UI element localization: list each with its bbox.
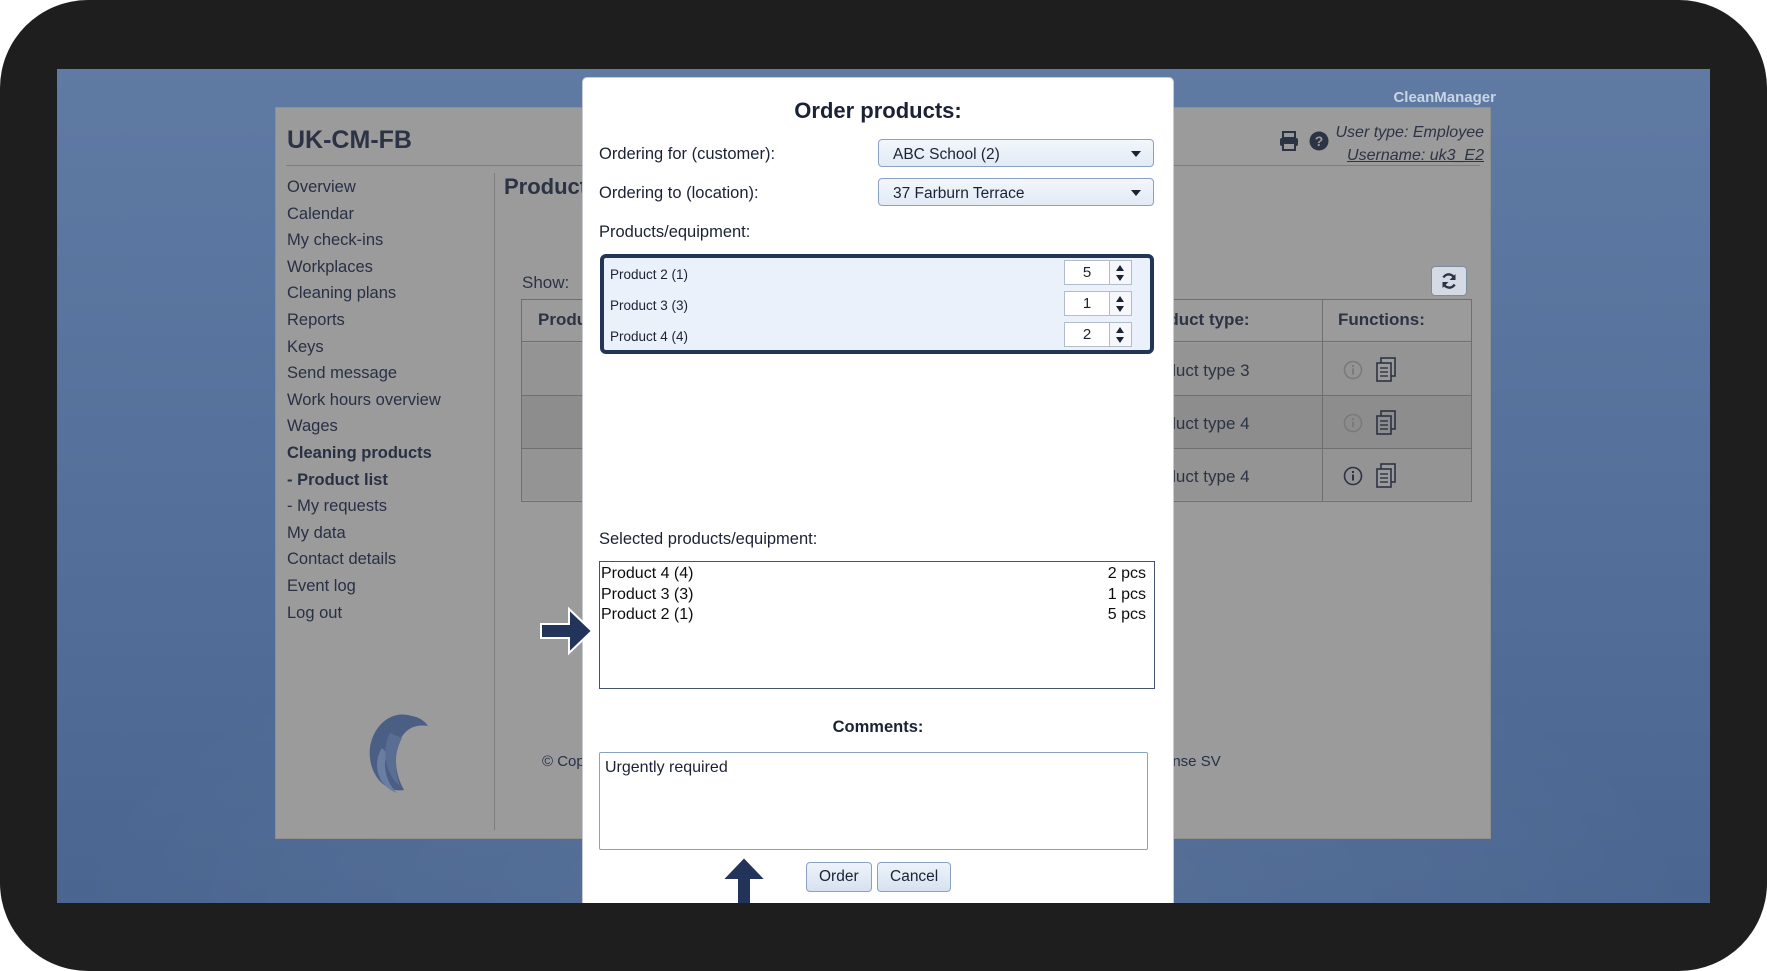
document-icon[interactable]	[1375, 357, 1397, 383]
cancel-button[interactable]: Cancel	[877, 862, 952, 892]
selected-product-qty: 5 pcs	[1107, 606, 1146, 623]
right-arrow-icon	[540, 606, 594, 656]
product-name: Product 4 (4)	[610, 329, 689, 344]
row-functions	[1343, 410, 1397, 436]
sidebar-item[interactable]: Contact details	[287, 546, 441, 573]
row-functions	[1343, 463, 1397, 489]
sidebar-item[interactable]: Work hours overview	[287, 387, 441, 414]
comments-label: Comments:	[832, 718, 924, 736]
sidebar-item[interactable]: - Product list	[287, 467, 441, 494]
selected-products-list[interactable]: Product 4 (4) 2 pcs Product 3 (3) 1 pcs Pr…	[599, 561, 1155, 689]
screen: CleanManager UK-CM-FB ? User type: Emplo…	[57, 69, 1710, 903]
location-select[interactable]: 37 Farburn Terrace	[878, 178, 1154, 206]
sidebar-item[interactable]: Reports	[287, 307, 441, 334]
sidebar-item[interactable]: Send message	[287, 360, 441, 387]
list-item[interactable]: Product 3 (3) 1 pcs	[601, 585, 1146, 606]
table-col-divider	[1322, 299, 1323, 502]
list-item[interactable]: Product 4 (4) 2 pcs	[601, 564, 1146, 585]
sidebar-item[interactable]: Overview	[287, 174, 441, 201]
app-title: UK-CM-FB	[287, 126, 412, 154]
document-icon[interactable]	[1375, 410, 1397, 436]
svg-text:?: ?	[1315, 133, 1324, 149]
dropdown-caret-icon	[1131, 151, 1141, 157]
sidebar-item[interactable]: Wages	[287, 413, 441, 440]
sidebar-item[interactable]: My data	[287, 520, 441, 547]
product-name: Product 2 (1)	[610, 267, 689, 282]
column-header-product[interactable]: Produ	[538, 310, 587, 330]
sidebar-item[interactable]: Log out	[287, 600, 441, 627]
quantity-input[interactable]: 1	[1064, 291, 1110, 316]
order-button[interactable]: Order	[806, 862, 872, 892]
quantity-stepper[interactable]	[1110, 260, 1132, 285]
row-functions	[1343, 357, 1397, 383]
footer-copyright: © Cop	[542, 753, 585, 770]
product-name: Product 3 (3)	[610, 298, 689, 313]
quantity-input[interactable]: 2	[1064, 322, 1110, 347]
product-row: Product 4 (4) 2	[604, 320, 1150, 349]
sidebar-item[interactable]: Cleaning products	[287, 440, 441, 467]
sidebar-item[interactable]: - My requests	[287, 493, 441, 520]
refresh-icon	[1442, 273, 1456, 289]
dialog-title: Order products:	[794, 98, 962, 123]
stepper-up-icon[interactable]	[1116, 265, 1124, 271]
username-link[interactable]: Username: uk3_E2	[1335, 144, 1484, 167]
user-type: User type: Employee	[1335, 124, 1484, 141]
sidebar-item[interactable]: Event log	[287, 573, 441, 600]
quantity-stepper[interactable]	[1110, 322, 1132, 347]
printer-icon[interactable]	[1278, 130, 1300, 152]
sidebar-divider	[494, 173, 495, 830]
document-icon[interactable]	[1375, 463, 1397, 489]
help-icon[interactable]: ?	[1308, 130, 1330, 152]
info-icon[interactable]	[1343, 360, 1363, 380]
dropdown-caret-icon	[1131, 190, 1141, 196]
sidebar-item[interactable]: My check-ins	[287, 227, 441, 254]
logo-icon	[369, 714, 428, 793]
selected-label: Selected products/equipment:	[599, 530, 818, 548]
column-header-functions: Functions:	[1338, 310, 1425, 329]
product-row: Product 3 (3) 1	[604, 289, 1150, 318]
customer-select[interactable]: ABC School (2)	[878, 139, 1154, 167]
sidebar-item[interactable]: Keys	[287, 334, 441, 361]
quantity-input[interactable]: 5	[1064, 260, 1110, 285]
customer-select-value: ABC School (2)	[893, 146, 1000, 163]
selected-product-qty: 1 pcs	[1107, 585, 1146, 603]
stepper-down-icon[interactable]	[1116, 275, 1124, 281]
brand-name: CleanManager	[1393, 89, 1496, 106]
device-frame: CleanManager UK-CM-FB ? User type: Emplo…	[0, 0, 1767, 971]
info-icon[interactable]	[1343, 413, 1363, 433]
sidebar-item[interactable]: Workplaces	[287, 254, 441, 281]
top-toolbar: ?	[1278, 130, 1330, 152]
stepper-up-icon[interactable]	[1116, 327, 1124, 333]
up-arrow-icon	[719, 855, 769, 903]
comments-textarea[interactable]: Urgently required	[599, 752, 1148, 850]
selected-product-name: Product 2 (1)	[601, 606, 694, 623]
location-select-value: 37 Farburn Terrace	[893, 185, 1025, 202]
stepper-down-icon[interactable]	[1116, 306, 1124, 312]
stepper-up-icon[interactable]	[1116, 296, 1124, 302]
sidebar-item[interactable]: Calendar	[287, 201, 441, 228]
stepper-down-icon[interactable]	[1116, 337, 1124, 343]
product-row: Product 2 (1) 5	[604, 258, 1150, 287]
show-label: Show:	[522, 273, 570, 292]
sidebar-item[interactable]: Cleaning plans	[287, 280, 441, 307]
refresh-button[interactable]	[1431, 266, 1467, 296]
location-label: Ordering to (location):	[599, 184, 759, 202]
selected-product-qty: 2 pcs	[1107, 565, 1146, 582]
list-item[interactable]: Product 2 (1) 5 pcs	[601, 605, 1146, 626]
products-list: Product 2 (1) 5 Product 3 (3) 1 Product …	[600, 254, 1154, 354]
products-label: Products/equipment:	[599, 223, 751, 241]
user-info: User type: Employee Username: uk3_E2	[1335, 121, 1484, 167]
quantity-stepper[interactable]	[1110, 291, 1132, 316]
info-icon[interactable]	[1343, 466, 1363, 486]
selected-product-name: Product 3 (3)	[601, 585, 694, 603]
page-title: Product	[504, 174, 588, 199]
selected-product-name: Product 4 (4)	[601, 565, 694, 582]
sidebar-nav: Overview Calendar My check-ins Workplaces Cl…	[287, 174, 441, 626]
customer-label: Ordering for (customer):	[599, 145, 776, 163]
order-products-dialog: Order products: Ordering for (customer):…	[583, 78, 1173, 903]
